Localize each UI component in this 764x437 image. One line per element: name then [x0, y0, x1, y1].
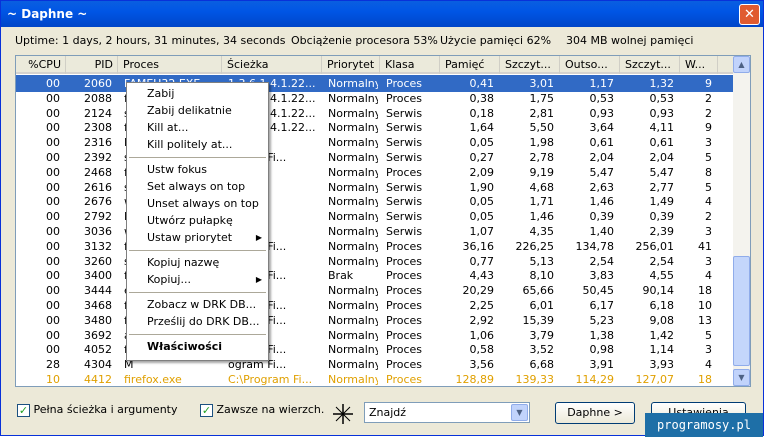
table-row[interactable]: 10 4412 firefox.exe C:\Program Fi... Normaln… [16, 371, 734, 386]
full-path-label: Pełna ścieżka i argumenty [33, 403, 178, 416]
full-path-checkbox[interactable]: ✓ Pełna ścieżka i argumenty [17, 399, 178, 421]
cell-prio: Normalny [328, 373, 378, 386]
menu-item[interactable]: Ustaw priorytet [147, 230, 232, 246]
cell-path: "C:\Program F... [228, 386, 320, 387]
memory-usage-label: Użycie pamięci 62% [440, 34, 552, 47]
cell-w: 8 [680, 386, 712, 387]
cell-out: 8,99 [560, 386, 614, 387]
menu-item-label: Właściwości [147, 340, 223, 353]
column-header: %CPU PID Proces Ścieżka Priorytet Klasa Pamięć… [16, 56, 734, 74]
cell-cls: Proces [386, 386, 438, 387]
menu-item[interactable]: Zobacz w DRK DB... [147, 297, 256, 313]
menu-item-label: Zabij [147, 87, 175, 100]
menu-item[interactable]: Kopiuj... [147, 272, 191, 288]
daphne-menu-button[interactable]: Daphne > [555, 402, 635, 424]
checkbox-check-icon[interactable]: ✓ [17, 403, 30, 417]
cell-cpu: 10 [46, 373, 60, 386]
column-header-prio[interactable]: Priorytet [322, 56, 380, 74]
menu-separator [129, 334, 266, 335]
column-header-peak[interactable]: Szczyt... [500, 56, 560, 74]
cell-peak2: 9,05 [620, 386, 674, 387]
menu-item-label: Kopiuj nazwę [147, 256, 220, 269]
close-button[interactable]: ✕ [739, 4, 760, 25]
window-title: ~ Daphne ~ [7, 7, 88, 21]
cell-proc: Daphne.exe [124, 386, 220, 387]
menu-item-label: Set always on top [147, 180, 246, 193]
cell-peak: 14,67 [500, 386, 554, 387]
menu-item-label: Kill at... [147, 121, 189, 134]
cell-out: 114,29 [575, 373, 615, 386]
cell-mem: 14,57 [440, 386, 494, 387]
column-header-out[interactable]: Outso... [560, 56, 620, 74]
column-header-path[interactable]: Ścieżka [222, 56, 322, 74]
menu-item-label: Ustw fokus [147, 163, 207, 176]
column-header-pid[interactable]: PID [66, 56, 118, 74]
cell-pid: 4820 [66, 386, 112, 387]
free-memory-label: 304 MB wolnej pamięci [566, 34, 694, 47]
cpu-load-label: Obciążenie procesora 53% [291, 34, 438, 47]
table-row[interactable]: 05 4820 Daphne.exe "C:\Program F... Normalny… [16, 386, 734, 387]
submenu-arrow-icon: ▶ [255, 233, 262, 242]
scroll-up-button[interactable]: ▲ [733, 56, 750, 73]
column-header-mem[interactable]: Pamięć [440, 56, 500, 74]
cell-prio: Normalny [328, 386, 378, 387]
checkbox-check-icon[interactable]: ✓ [200, 403, 213, 417]
column-header-cpu[interactable]: %CPU [16, 56, 66, 74]
find-combobox[interactable]: Znajdź ▼ [364, 402, 530, 423]
cell-proc: firefox.exe [124, 373, 182, 386]
column-header-w[interactable]: W... [680, 56, 718, 74]
column-header-proc[interactable]: Proces [118, 56, 222, 74]
menu-item[interactable]: Ustw fokus [147, 162, 207, 178]
submenu-arrow-icon: ▶ [255, 275, 262, 284]
uptime-label: Uptime: 1 days, 2 hours, 31 minutes, 34 … [15, 34, 286, 47]
menu-separator [129, 292, 266, 293]
cell-peak2: 127,07 [635, 373, 675, 386]
watermark: programosy.pl [645, 413, 763, 437]
menu-item-label: Prześlij do DRK DB... [147, 315, 260, 328]
menu-item[interactable]: Kopiuj nazwę [147, 255, 219, 271]
always-on-top-checkbox[interactable]: ✓ Zawsze na wierzch. [200, 399, 324, 421]
menu-item-label: Kill politely at... [147, 138, 233, 151]
cell-path: C:\Program Fi... [228, 373, 313, 386]
menu-item[interactable]: Zabij [147, 86, 174, 102]
scroll-down-button[interactable]: ▼ [733, 369, 750, 386]
column-header-peak2[interactable]: Szczyt... [620, 56, 680, 74]
scroll-thumb[interactable] [733, 256, 750, 366]
column-header-cls[interactable]: Klasa [380, 56, 440, 74]
menu-item[interactable]: Unset always on top [147, 196, 259, 212]
menu-separator [129, 250, 266, 251]
menu-item[interactable]: Set always on top [147, 179, 245, 195]
crosshair-finder-icon[interactable] [332, 403, 354, 425]
daphne-window: ~ Daphne ~ ✕ Uptime: 1 days, 2 hours, 31… [0, 0, 764, 437]
menu-item[interactable]: Zabij delikatnie [147, 103, 232, 119]
chevron-down-icon[interactable]: ▼ [511, 404, 528, 421]
cell-w: 18 [698, 373, 712, 386]
always-on-top-label: Zawsze na wierzch. [216, 403, 325, 416]
menu-item[interactable]: Utwórz pułapkę [147, 213, 233, 229]
menu-item[interactable]: Kill politely at... [147, 137, 232, 153]
cell-pid: 4412 [84, 373, 112, 386]
menu-item[interactable]: Kill at... [147, 120, 188, 136]
menu-item-label: Zabij delikatnie [147, 104, 232, 117]
context-menu: Zabij Zabij delikatnie Kill at... Kill poli… [126, 82, 269, 361]
menu-item[interactable]: Prześlij do DRK DB... [147, 314, 259, 330]
menu-item[interactable]: Właściwości [147, 339, 222, 355]
cell-peak: 139,33 [515, 373, 555, 386]
menu-separator [129, 157, 266, 158]
cell-mem: 128,89 [455, 373, 495, 386]
title-bar[interactable]: ~ Daphne ~ ✕ [1, 1, 763, 27]
menu-item-label: Utwórz pułapkę [147, 214, 233, 227]
menu-item-label: Ustaw priorytet [147, 231, 233, 244]
menu-item-label: Unset always on top [147, 197, 259, 210]
find-combobox-value: Znajdź [369, 406, 407, 419]
menu-item-label: Kopiuj... [147, 273, 191, 286]
vertical-scrollbar[interactable]: ▲ ▼ [733, 56, 750, 386]
cell-cpu: 05 [16, 386, 60, 387]
cell-cls: Proces [386, 373, 422, 386]
menu-item-label: Zobacz w DRK DB... [147, 298, 257, 311]
